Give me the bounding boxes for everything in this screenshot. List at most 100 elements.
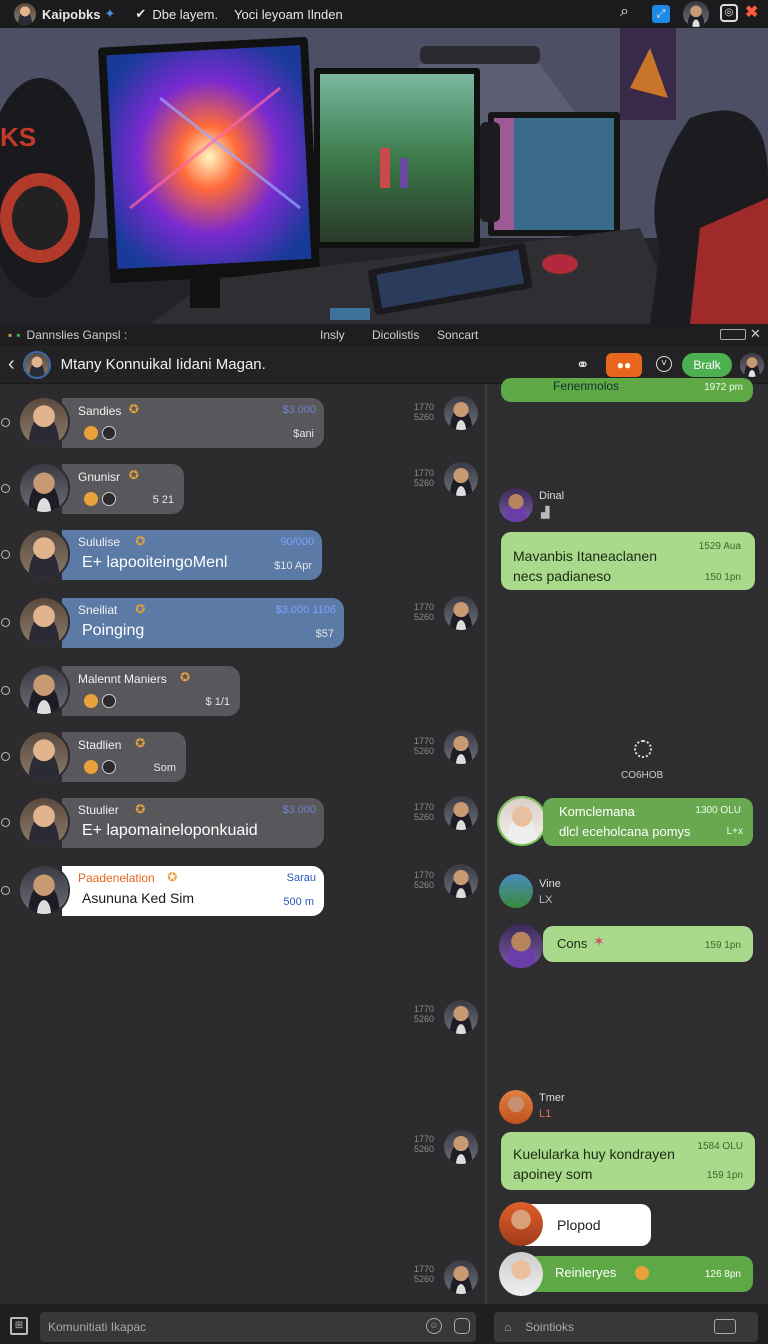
plopod-avatar[interactable] (499, 1202, 543, 1246)
sender-avatar[interactable] (18, 864, 70, 916)
reinleryes-avatar[interactable] (499, 1252, 543, 1296)
call-button[interactable]: Bralk (682, 353, 732, 377)
chat-avatar[interactable] (22, 350, 51, 379)
right-bubble-top[interactable]: Fenenmolos 1972 pm (501, 378, 753, 402)
list-item[interactable]: Gnunisr ✪ 5 21 1770 5260 (0, 462, 484, 518)
message-list-left: Sandies ✪ $3.000 $ani 1770 5260 Gnunisr ✪ 5 21 17… (0, 384, 484, 1304)
message-body: Poinging (82, 622, 145, 639)
message-bubble[interactable]: Malennt Maniers ✪ $ 1/1 (62, 666, 240, 716)
right-bubble-2[interactable]: Komclemana 1300 OLU dlcl eceholcana pomy… (543, 798, 753, 846)
side-avatar[interactable] (444, 1260, 478, 1294)
folder-icon: ▪ (8, 328, 13, 342)
dinal-avatar[interactable] (499, 488, 533, 522)
side-avatar[interactable] (444, 730, 478, 764)
search-icon[interactable]: ⌕ (620, 3, 629, 21)
right-bubble-cons[interactable]: Cons ✶ 159 1pn (543, 926, 753, 962)
list-item[interactable]: Stuulier ✪ $3.000 E+ lapomaineloponkuaid 177… (0, 796, 484, 852)
header-user-avatar[interactable] (740, 353, 764, 377)
message-list-right: Fenenmolos 1972 pm Dinal ▟ Mavanbis Itan… (487, 378, 768, 1304)
sender-avatar[interactable] (18, 596, 70, 648)
message-bubble[interactable]: Sululise ✪ 90/000 E+ lapooiteingoMenl $10 Ap… (62, 530, 322, 580)
message-bubble[interactable]: Sandies ✪ $3.000 $ani (62, 398, 324, 448)
link-icon[interactable]: ⚭ (576, 355, 589, 375)
select-radio[interactable] (1, 484, 10, 493)
list-item[interactable]: Malennt Maniers ✪ $ 1/1 (0, 664, 484, 720)
message-bubble[interactable]: Paadenelation ✪ Sarau Asununa Ked Sim 500 m (62, 866, 324, 916)
strip-tab-2[interactable]: Soncart (437, 328, 478, 342)
attach-icon[interactable] (454, 1318, 470, 1334)
message-bubble[interactable]: Gnunisr ✪ 5 21 (62, 464, 184, 514)
app-name[interactable]: Kaipobks (42, 7, 101, 22)
strip-close-icon[interactable]: ✕ (750, 326, 761, 342)
vine-avatar[interactable] (499, 874, 533, 908)
side-timestamp: 1770 5260 (408, 468, 440, 488)
right-message-input[interactable]: ⌂ Sointioks (494, 1312, 758, 1342)
left-message-input[interactable]: Komunitiati Ikapac ☺ (40, 1312, 476, 1342)
select-radio[interactable] (1, 618, 10, 627)
right-bubble-1[interactable]: Mavanbis Itaneaclanen necs padianeso 152… (501, 532, 755, 590)
emoji-icon[interactable]: ☺ (426, 1318, 442, 1334)
side-avatar[interactable] (444, 1000, 478, 1034)
side-avatar[interactable] (444, 864, 478, 898)
select-radio[interactable] (1, 550, 10, 559)
settings-icon[interactable]: ◎ (720, 4, 738, 22)
list-item[interactable]: Stadlien ✪ Som 1770 5260 (0, 730, 484, 786)
side-avatar[interactable] (444, 462, 478, 496)
side-avatar[interactable] (444, 1130, 478, 1164)
sender-avatar[interactable] (18, 796, 70, 848)
select-radio[interactable] (1, 686, 10, 695)
right-bubble-3[interactable]: Kuelularka huy kondrayen apoiney som 158… (501, 1132, 755, 1190)
right-bubble-reinleryes[interactable]: Reinleryes 126 8pn (527, 1256, 753, 1292)
bubble2-avatar[interactable] (497, 796, 547, 846)
sender-avatar[interactable] (18, 664, 70, 716)
list-item[interactable]: Sandies ✪ $3.000 $ani 1770 5260 (0, 396, 484, 452)
select-radio[interactable] (1, 418, 10, 427)
chevron-circle-icon[interactable]: ˅ (656, 356, 672, 372)
strip-title[interactable]: Dannslies Ganpsl : (27, 328, 128, 342)
bubble3-time1: 1584 OLU (697, 1141, 743, 1152)
ts-line-2: 5260 (413, 812, 435, 822)
right-top-text: Fenenmolos (553, 379, 620, 393)
chat-title[interactable]: Mtany Konnuikal Iidani Magan. (61, 356, 266, 373)
strip-tab-0[interactable]: Insly (320, 328, 345, 342)
list-item[interactable]: Paadenelation ✪ Sarau Asununa Ked Sim 500 m 1… (0, 864, 484, 920)
close-icon[interactable]: ✖ (745, 2, 758, 22)
window-controls[interactable] (720, 329, 746, 340)
bubble2-title: Komclemana (559, 804, 635, 819)
select-radio[interactable] (1, 886, 10, 895)
user-avatar[interactable] (683, 1, 709, 27)
send-box-icon[interactable] (714, 1319, 736, 1334)
topbar-item-1[interactable]: Dbe layem. (152, 7, 218, 22)
message-bubble[interactable]: Stuulier ✪ $3.000 E+ lapomaineloponkuaid (62, 798, 324, 848)
sender-avatar[interactable] (18, 396, 70, 448)
tmer-avatar[interactable] (499, 1090, 533, 1124)
sender-avatar[interactable] (18, 462, 70, 514)
app-avatar[interactable] (14, 3, 36, 25)
list-item[interactable]: Sneiliat ✪ $3.000 1106 Poinging $57 1770 5260 (0, 596, 484, 652)
side-avatar[interactable] (444, 796, 478, 830)
ts-line-2: 5260 (413, 612, 435, 622)
plopod-bubble[interactable]: Plopod (525, 1204, 651, 1246)
grid-icon[interactable]: ⊞ (10, 1317, 28, 1335)
plopod-text: Plopod (557, 1217, 601, 1233)
back-icon[interactable]: ‹ (8, 353, 15, 376)
ts-line-1: 1770 (413, 1264, 435, 1274)
message-time: $ani (293, 428, 314, 440)
strip-tab-1[interactable]: Dicolistis (372, 328, 419, 342)
left-input-placeholder: Komunitiati Ikapac (48, 1320, 147, 1334)
cons-avatar[interactable] (499, 924, 543, 968)
bubble3-time2: 159 1pn (706, 1170, 743, 1181)
message-bubble[interactable]: Stadlien ✪ Som (62, 732, 186, 782)
sender-avatar[interactable] (18, 730, 70, 782)
sender-avatar[interactable] (18, 528, 70, 580)
topbar-item-2[interactable]: Yoci leyoam Ilnden (234, 7, 343, 22)
select-radio[interactable] (1, 752, 10, 761)
message-bubble[interactable]: Sneiliat ✪ $3.000 1106 Poinging $57 (62, 598, 344, 648)
side-avatar[interactable] (444, 396, 478, 430)
list-item[interactable]: Sululise ✪ 90/000 E+ lapooiteingoMenl $10 Ap… (0, 528, 484, 584)
side-avatar[interactable] (444, 596, 478, 630)
orange-action-button[interactable]: ●● (606, 353, 642, 377)
message-body: Asununa Ked Sim (82, 890, 195, 906)
select-radio[interactable] (1, 818, 10, 827)
share-icon[interactable]: ⤢ (652, 5, 670, 23)
